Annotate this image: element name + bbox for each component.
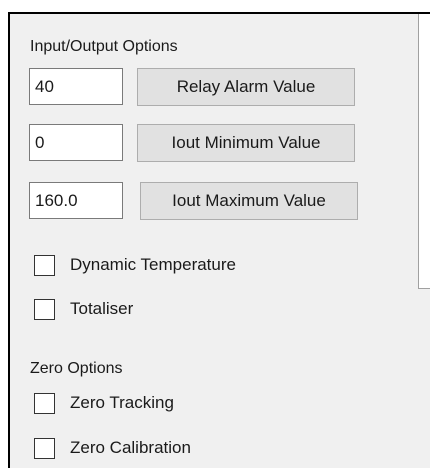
dynamic-temperature-checkbox-row[interactable]: Dynamic Temperature: [34, 253, 236, 277]
zero-options-title: Zero Options: [30, 360, 123, 377]
iout-minimum-value-input[interactable]: [29, 124, 123, 161]
adjacent-panel: [418, 14, 430, 289]
iout-maximum-value-input[interactable]: [29, 182, 123, 219]
zero-calibration-checkbox-row[interactable]: Zero Calibration: [34, 436, 191, 460]
zero-calibration-checkbox[interactable]: [34, 437, 55, 459]
totaliser-checkbox-row[interactable]: Totaliser: [34, 297, 133, 321]
dynamic-temperature-label: Dynamic Temperature: [70, 255, 236, 274]
iout-minimum-value-button[interactable]: Iout Minimum Value: [137, 124, 355, 162]
zero-calibration-label: Zero Calibration: [70, 438, 191, 457]
iout-maximum-value-button[interactable]: Iout Maximum Value: [140, 182, 358, 220]
dynamic-temperature-checkbox[interactable]: [34, 254, 55, 276]
io-options-title: Input/Output Options: [30, 38, 178, 55]
relay-alarm-value-input[interactable]: [29, 68, 123, 105]
totaliser-label: Totaliser: [70, 299, 134, 318]
relay-alarm-value-button[interactable]: Relay Alarm Value: [137, 68, 355, 106]
zero-tracking-label: Zero Tracking: [70, 393, 174, 412]
zero-tracking-checkbox-row[interactable]: Zero Tracking: [34, 391, 174, 415]
zero-tracking-checkbox[interactable]: [34, 392, 55, 414]
totaliser-checkbox[interactable]: [34, 298, 55, 320]
